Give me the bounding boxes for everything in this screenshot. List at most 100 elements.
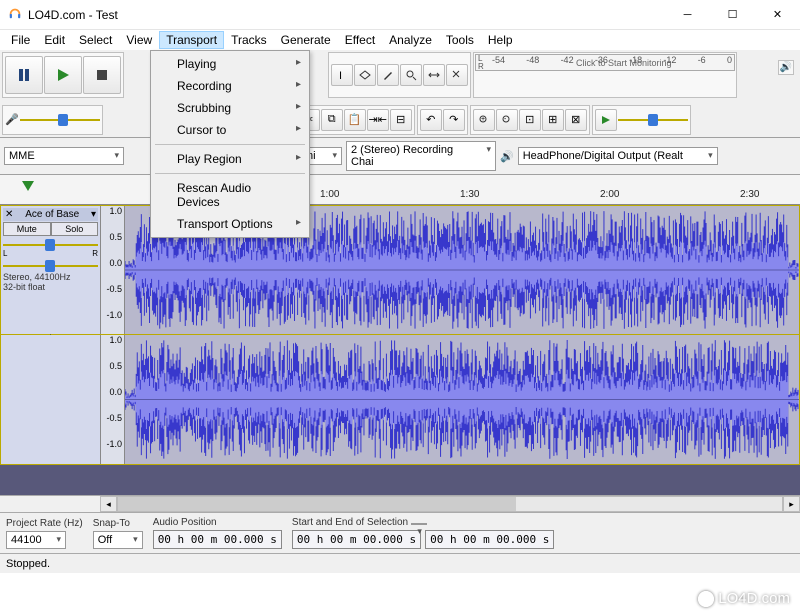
scroll-left-button[interactable]: ◂ xyxy=(100,496,117,512)
minimize-button[interactable]: ─ xyxy=(665,0,710,29)
gain-slider[interactable] xyxy=(3,237,98,249)
solo-button[interactable]: Solo xyxy=(51,222,99,236)
maximize-button[interactable]: ☐ xyxy=(710,0,755,29)
pause-button[interactable] xyxy=(5,56,43,94)
close-button[interactable]: ✕ xyxy=(755,0,800,29)
scroll-right-button[interactable]: ▸ xyxy=(783,496,800,512)
window-title: LO4D.com - Test xyxy=(28,8,118,22)
title-bar: LO4D.com - Test ─ ☐ ✕ xyxy=(0,0,800,30)
selection-mode-combo[interactable] xyxy=(411,523,427,525)
device-toolbar: MME ni 2 (Stereo) Recording Chai 🔊 HeadP… xyxy=(0,138,800,175)
play-at-speed-button[interactable] xyxy=(595,109,617,131)
mute-button[interactable]: Mute xyxy=(3,222,51,236)
selection-field: Start and End of Selection 00 h 00 m 00.… xyxy=(292,517,554,549)
record-meter[interactable]: LR -54-48-42-36-18-12-60 Click to Start … xyxy=(475,54,735,71)
transport-controls xyxy=(2,52,124,98)
play-at-speed-group xyxy=(592,105,691,135)
menu-analyze[interactable]: Analyze xyxy=(382,31,439,49)
fit-selection-button[interactable]: ⊡ xyxy=(519,109,541,131)
paste-button[interactable]: 📋 xyxy=(344,109,366,131)
speaker-icon: 🔊 xyxy=(500,150,514,163)
track-control-panel: ✕Ace of Base▾ MuteSolo LR Stereo, 44100H… xyxy=(1,206,101,334)
menu-bar: FileEditSelectViewTransportTracksGenerat… xyxy=(0,30,800,50)
zoom-tool[interactable] xyxy=(400,64,422,86)
track-menu-icon[interactable]: ▾ xyxy=(91,209,96,220)
recording-channels-combo[interactable]: 2 (Stereo) Recording Chai xyxy=(346,141,496,171)
toolbar-area: I LR -54-48-42-36-18-12-60 Click to Star… xyxy=(0,50,800,138)
tools-toolbar: I xyxy=(328,52,471,98)
track-close-icon[interactable]: ✕ xyxy=(5,209,13,220)
mic-icon: 🎤 xyxy=(5,113,19,126)
status-text: Stopped. xyxy=(6,558,50,570)
selection-bar: Project Rate (Hz) 44100 Snap-To Off Audi… xyxy=(0,512,800,553)
menu-edit[interactable]: Edit xyxy=(37,31,72,49)
track-info: Stereo, 44100Hz 32-bit float xyxy=(3,272,98,292)
watermark: LO4D.com xyxy=(698,590,790,607)
menu-item-rescan-audio-devices[interactable]: Rescan Audio Devices xyxy=(153,177,307,213)
zoom-in-button[interactable]: + xyxy=(473,109,495,131)
project-rate-field: Project Rate (Hz) 44100 xyxy=(6,518,83,549)
menu-transport[interactable]: Transport xyxy=(159,31,224,49)
menu-view[interactable]: View xyxy=(119,31,159,49)
menu-file[interactable]: File xyxy=(4,31,37,49)
selection-tool[interactable]: I xyxy=(331,64,353,86)
menu-select[interactable]: Select xyxy=(72,31,119,49)
menu-effect[interactable]: Effect xyxy=(338,31,382,49)
stop-button[interactable] xyxy=(83,56,121,94)
status-bar: Stopped. xyxy=(0,553,800,573)
speaker-icon: 🔊 xyxy=(780,62,792,73)
menu-item-playing[interactable]: Playing xyxy=(153,53,307,75)
menu-item-transport-options[interactable]: Transport Options xyxy=(153,213,307,235)
playback-speed-slider[interactable] xyxy=(618,112,688,128)
silence-button[interactable]: ⊟ xyxy=(390,109,412,131)
pan-slider[interactable] xyxy=(3,258,98,270)
timeline-ruler[interactable]: 1:001:302:002:303:00 xyxy=(0,175,800,205)
selection-end-input[interactable]: 00 h 00 m 00.000 s xyxy=(425,530,554,549)
copy-button[interactable]: ⧉ xyxy=(321,109,343,131)
track-area: ✕Ace of Base▾ MuteSolo LR Stereo, 44100H… xyxy=(0,205,800,495)
mic-slider-group: 🎤 xyxy=(2,105,103,135)
app-icon xyxy=(8,6,22,23)
menu-item-recording[interactable]: Recording xyxy=(153,75,307,97)
zoom-out-button[interactable]: - xyxy=(496,109,518,131)
snap-to-field: Snap-To Off xyxy=(93,518,143,549)
selection-start-input[interactable]: 00 h 00 m 00.000 s xyxy=(292,530,421,549)
zoom-toggle-button[interactable]: ⊠ xyxy=(565,109,587,131)
svg-text:I: I xyxy=(339,70,342,81)
redo-button[interactable]: ↷ xyxy=(443,109,465,131)
draw-tool[interactable] xyxy=(377,64,399,86)
undo-button[interactable]: ↶ xyxy=(420,109,442,131)
playback-device-combo[interactable]: HeadPhone/Digital Output (Realt xyxy=(518,147,718,165)
zoom-toolbar: + - ⊡ ⊞ ⊠ xyxy=(470,105,590,135)
timeshift-tool[interactable] xyxy=(423,64,445,86)
fit-project-button[interactable]: ⊞ xyxy=(542,109,564,131)
menu-generate[interactable]: Generate xyxy=(274,31,338,49)
audio-position-input[interactable]: 00 h 00 m 00.000 s xyxy=(153,530,282,549)
play-button[interactable] xyxy=(44,56,82,94)
record-volume-slider[interactable] xyxy=(20,112,100,128)
multi-tool[interactable] xyxy=(446,64,468,86)
waveform-channel-right[interactable]: 1.00.50.0-0.5-1.0 xyxy=(101,335,799,464)
menu-help[interactable]: Help xyxy=(481,31,520,49)
menu-item-play-region[interactable]: Play Region xyxy=(153,148,307,170)
envelope-tool[interactable] xyxy=(354,64,376,86)
trim-button[interactable]: ⇥⇤ xyxy=(367,109,389,131)
svg-text:+: + xyxy=(481,116,485,123)
play-meter-group: 🔊 xyxy=(778,60,794,75)
menu-tools[interactable]: Tools xyxy=(439,31,481,49)
menu-tracks[interactable]: Tracks xyxy=(224,31,274,49)
menu-item-cursor-to[interactable]: Cursor to xyxy=(153,119,307,141)
horizontal-scrollbar[interactable]: ◂ ▸ xyxy=(0,495,800,512)
transport-menu-dropdown: PlayingRecordingScrubbingCursor to Play R… xyxy=(150,50,310,238)
project-rate-combo[interactable]: 44100 xyxy=(6,531,66,549)
record-meter-group: LR -54-48-42-36-18-12-60 Click to Start … xyxy=(473,52,737,98)
track-name: Ace of Base xyxy=(25,209,79,220)
edit-toolbar: ✂ ⧉ 📋 ⇥⇤ ⊟ xyxy=(295,105,415,135)
snap-to-combo[interactable]: Off xyxy=(93,531,143,549)
audio-track: ✕Ace of Base▾ MuteSolo LR Stereo, 44100H… xyxy=(0,205,800,335)
audio-host-combo[interactable]: MME xyxy=(4,147,124,165)
playhead-marker[interactable] xyxy=(22,181,34,191)
undo-toolbar: ↶ ↷ xyxy=(417,105,468,135)
audio-track-ch2: 1.00.50.0-0.5-1.0 xyxy=(0,335,800,465)
menu-item-scrubbing[interactable]: Scrubbing xyxy=(153,97,307,119)
